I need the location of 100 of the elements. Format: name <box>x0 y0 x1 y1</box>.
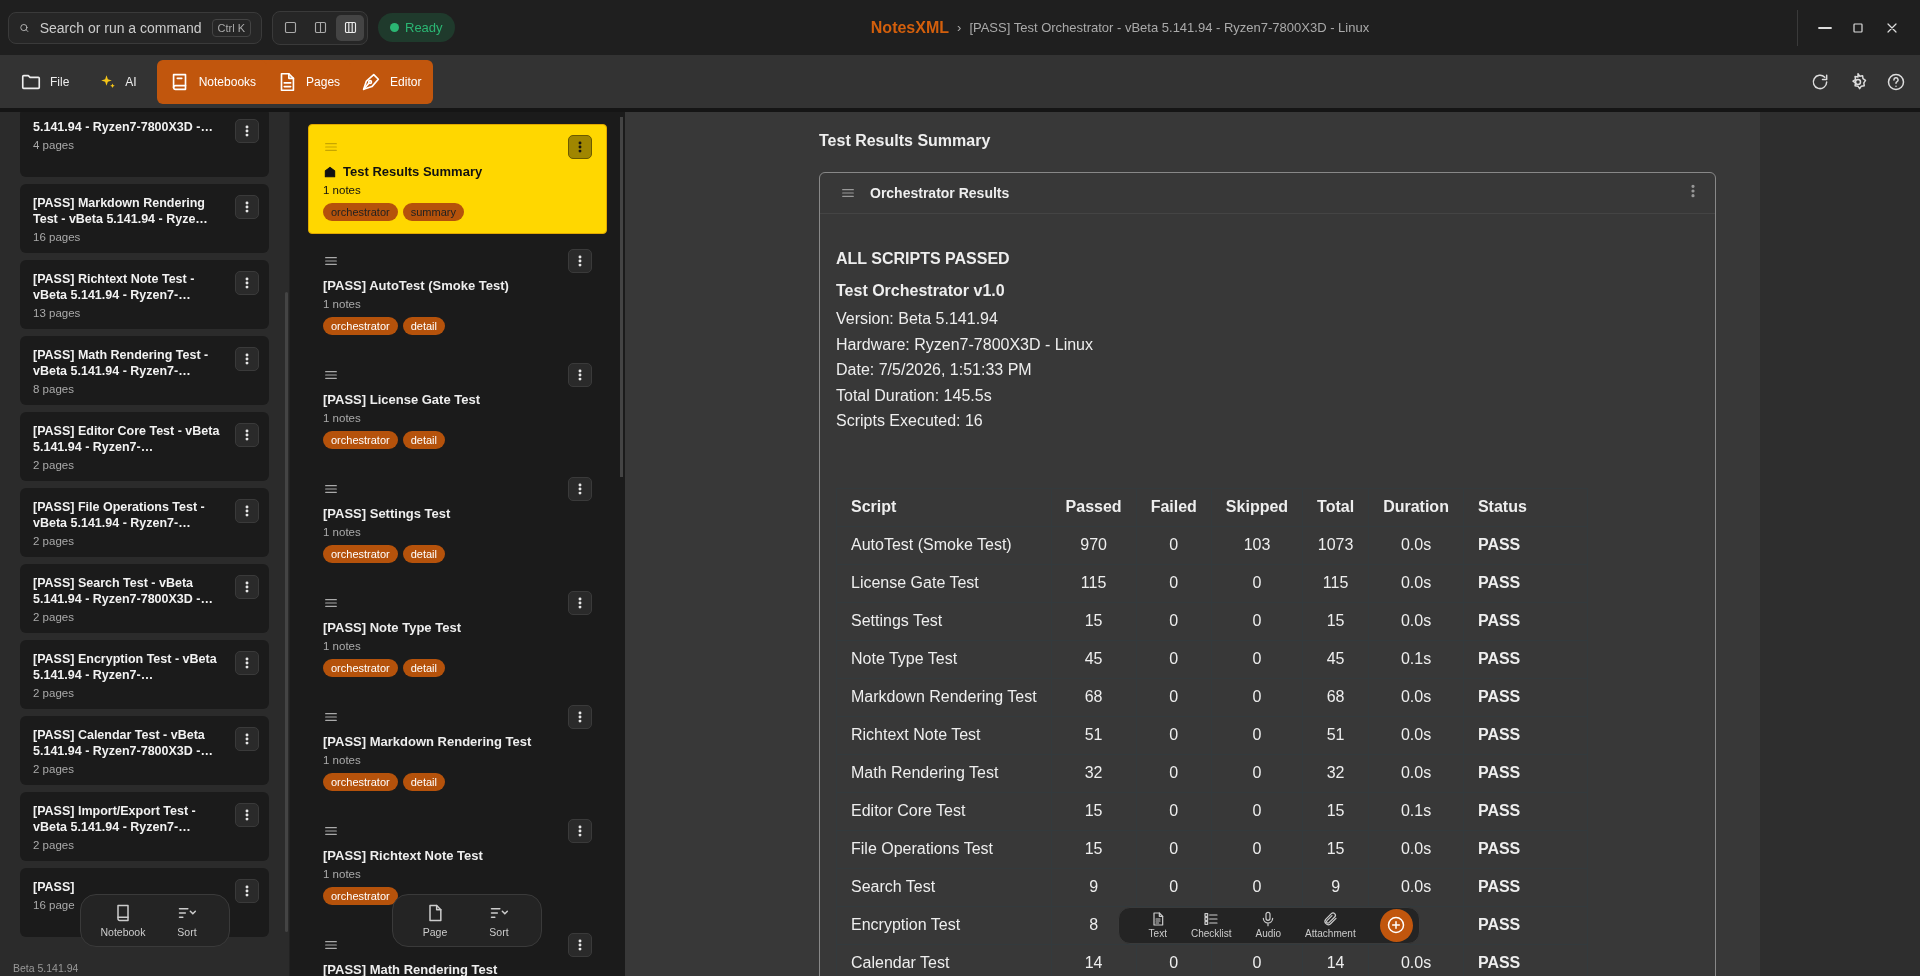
note-count: 1 notes <box>323 298 362 310</box>
table-cell: 0 <box>1169 612 1179 629</box>
page-count: 16 page <box>33 899 75 911</box>
notebook-title: [PASS] Encryption Test - vBeta 5.141.94 - Ryzen7-… <box>33 651 218 683</box>
table-cell: 0 <box>1252 650 1262 667</box>
table-cell: 0.0s <box>1400 954 1432 971</box>
table-cell: PASS <box>1477 536 1521 553</box>
column-header: Failed <box>1136 488 1212 526</box>
table-cell: Search Test <box>851 878 936 895</box>
table-cell: 0 <box>1252 802 1262 819</box>
table-cell: 0 <box>1169 688 1179 705</box>
page-count: 2 pages <box>33 459 74 471</box>
notebook-title: [PASS] Search Test - vBeta 5.141.94 - Ryzen7-7800X3D -… <box>33 575 214 607</box>
table-cell: Markdown Rendering Test <box>851 688 1037 705</box>
note-count: 1 notes <box>323 526 362 538</box>
table-cell: 15 <box>1326 612 1345 629</box>
info-line: Total Duration: 145.5s <box>836 385 993 406</box>
page-title: [PASS] Richtext Note Test <box>323 848 484 863</box>
table-cell: 0.0s <box>1400 536 1432 553</box>
table-cell: 68 <box>1084 688 1103 705</box>
page-title: [PASS] Note Type Test <box>323 620 462 635</box>
page-title: [PASS] License Gate Test <box>323 392 481 407</box>
page-count: 8 pages <box>33 383 74 395</box>
notebook-title: [PASS] Editor Core Test - vBeta 5.141.94 - Ryzen7-… <box>33 423 221 455</box>
table-cell: PASS <box>1477 916 1521 933</box>
notebook-title: [PASS] File Operations Test - vBeta 5.141.94 - Ryzen7-… <box>33 499 206 531</box>
table-cell: 0 <box>1169 954 1179 971</box>
table-cell: 0 <box>1252 574 1262 591</box>
table-cell: 51 <box>1084 726 1103 743</box>
table-cell: 115 <box>1080 574 1107 591</box>
table-cell: 45 <box>1326 650 1345 667</box>
table-cell: 68 <box>1326 688 1345 705</box>
notebook-title: [PASS] Import/Export Test - vBeta 5.141.94 - Ryzen7-… <box>33 803 197 835</box>
table-cell: 0.0s <box>1400 878 1432 895</box>
app-name: NotesXML <box>870 18 950 37</box>
table-cell: File Operations Test <box>851 840 993 857</box>
table-cell: 0.1s <box>1400 802 1432 819</box>
table-cell: Encryption Test <box>851 916 961 933</box>
page-count: 2 pages <box>33 687 74 699</box>
table-cell: 15 <box>1084 802 1103 819</box>
page-heading: Test Results Summary <box>819 132 992 150</box>
table-cell: 0 <box>1169 764 1179 781</box>
page-title: [PASS] AutoTest (Smoke Test) <box>323 278 510 293</box>
table-cell: PASS <box>1477 612 1521 629</box>
notebook-title: 5.141.94 - Ryzen7-7800X3D -… <box>33 119 213 135</box>
status-badge: Ready <box>378 13 455 42</box>
table-cell: 0 <box>1169 840 1179 857</box>
table-cell: 32 <box>1084 764 1103 781</box>
table-cell: 9 <box>1089 878 1099 895</box>
table-cell: Note Type Test <box>851 650 958 667</box>
info-line: Scripts Executed: 16 <box>836 411 984 431</box>
table-cell: 970 <box>1080 536 1107 553</box>
table-cell: PASS <box>1477 650 1521 667</box>
table-cell: 0 <box>1169 536 1179 553</box>
table-cell: 14 <box>1084 954 1103 971</box>
notebook-title: [PASS] Math Rendering Test - vBeta 5.141.94 - Ryzen7-… <box>33 347 210 379</box>
table-cell: PASS <box>1477 574 1521 591</box>
page-title: Test Results Summary <box>323 164 592 179</box>
page-count: 13 pages <box>33 307 81 319</box>
column-header: Skipped <box>1211 488 1303 526</box>
table-cell: 0 <box>1252 840 1262 857</box>
notebook-title: [PASS] Markdown Rendering Test - vBeta 5.141.94 - Ryze… <box>33 195 209 227</box>
table-cell: PASS <box>1477 764 1521 781</box>
info-line: Version: Beta 5.141.94 <box>836 309 999 329</box>
table-cell: 0.0s <box>1400 726 1432 743</box>
note-count: 1 notes <box>323 640 362 652</box>
page-count: 2 pages <box>33 611 74 623</box>
table-cell: 15 <box>1084 612 1103 629</box>
table-cell: 0 <box>1252 726 1262 743</box>
page-count: 2 pages <box>33 839 74 851</box>
note-title: Orchestrator Results <box>870 185 1010 201</box>
table-cell: Calendar Test <box>851 954 950 971</box>
table-cell: 1073 <box>1317 536 1354 553</box>
table-cell: 0.0s <box>1400 688 1432 705</box>
column-header: Duration <box>1368 488 1464 526</box>
breadcrumb-separator: › <box>957 20 962 35</box>
table-cell: PASS <box>1477 688 1521 705</box>
table-cell: 0.0s <box>1400 764 1432 781</box>
table-cell: 15 <box>1326 802 1345 819</box>
table-cell: Richtext Note Test <box>851 726 981 743</box>
table-cell: 0 <box>1169 802 1179 819</box>
table-cell: Settings Test <box>851 612 943 629</box>
table-cell: 45 <box>1084 650 1103 667</box>
note-count: 1 notes <box>323 868 362 880</box>
page-title: [PASS] Markdown Rendering Test <box>323 734 533 749</box>
table-cell: 9 <box>1331 878 1341 895</box>
column-header: Script <box>836 488 1052 526</box>
note-count: 1 notes <box>323 184 362 196</box>
table-cell: 0 <box>1169 650 1179 667</box>
table-cell: 14 <box>1326 954 1345 971</box>
table-cell: 0 <box>1252 878 1262 895</box>
table-cell: AutoTest (Smoke Test) <box>851 536 1012 553</box>
table-cell: License Gate Test <box>851 574 979 591</box>
column-header: Total <box>1302 488 1369 526</box>
table-cell: Math Rendering Test <box>851 764 999 781</box>
table-cell: 0 <box>1252 688 1262 705</box>
note-count: 1 notes <box>323 754 362 766</box>
table-cell: PASS <box>1477 802 1521 819</box>
window-title: [PASS] Test Orchestrator - vBeta 5.141.94 - Ryzen7-7800X3D - Linux <box>969 20 1370 35</box>
page-count: 2 pages <box>33 535 74 547</box>
